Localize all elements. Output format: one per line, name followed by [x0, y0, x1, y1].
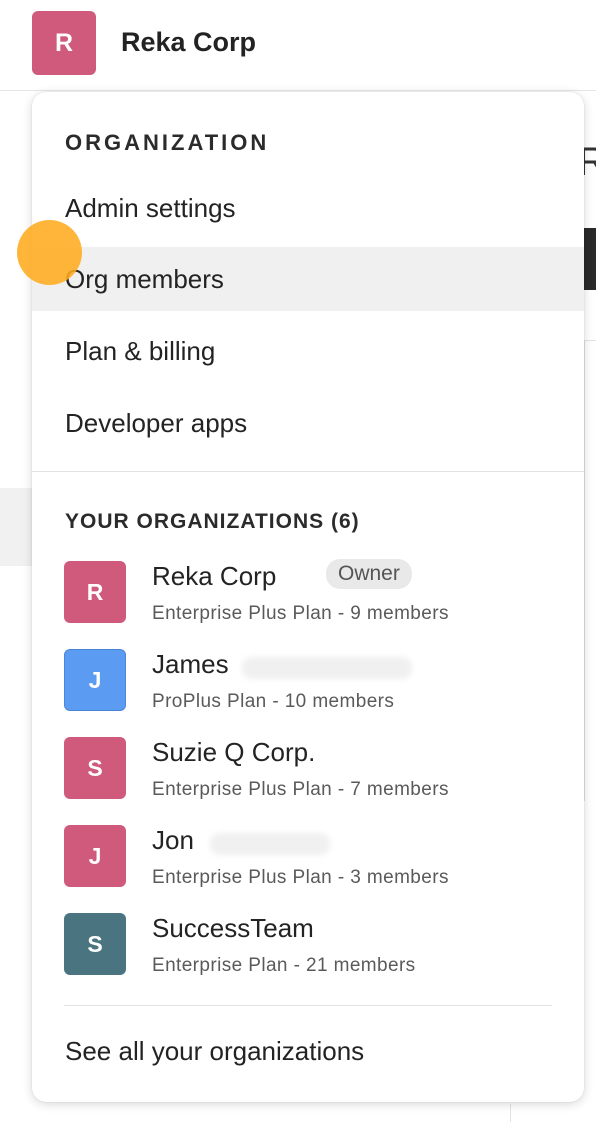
- owner-badge: Owner: [326, 559, 412, 589]
- background-button-fragment: [584, 228, 596, 290]
- org-name: Suzie Q Corp.: [152, 737, 316, 767]
- org-plan: Enterprise Plan - 21 members: [152, 955, 416, 976]
- org-plan: Enterprise Plus Plan - 9 members: [152, 603, 449, 624]
- org-avatar: J: [64, 825, 126, 887]
- menu-item-org-members[interactable]: Org members: [32, 247, 584, 311]
- org-list-item-reka-corp[interactable]: R Reka Corp Owner Enterprise Plus Plan -…: [64, 559, 564, 641]
- org-avatar: J: [64, 649, 126, 711]
- org-list-item-suzie-q-corp[interactable]: S Suzie Q Corp. Enterprise Plus Plan - 7…: [64, 737, 564, 817]
- redacted-text: [242, 657, 412, 679]
- org-dropdown-menu: ORGANIZATION Admin settings Org members …: [32, 92, 584, 1102]
- org-list-item-successteam[interactable]: S SuccessTeam Enterprise Plan - 21 membe…: [64, 913, 564, 993]
- page: R R Reka Corp ORGANIZATION Admin setting…: [0, 0, 596, 1122]
- organization-section-title: ORGANIZATION: [65, 130, 270, 155]
- org-list-item-james[interactable]: J James ProPlus Plan - 10 members: [64, 649, 564, 729]
- menu-item-developer-apps[interactable]: Developer apps: [32, 391, 584, 455]
- org-name: Reka Corp: [152, 561, 277, 591]
- org-plan: ProPlus Plan - 10 members: [152, 691, 395, 712]
- your-organizations-title: YOUR ORGANIZATIONS (6): [65, 510, 360, 533]
- menu-item-plan-billing[interactable]: Plan & billing: [32, 319, 584, 383]
- org-name: James: [152, 649, 229, 679]
- org-name: SuccessTeam: [152, 913, 314, 943]
- org-avatar[interactable]: R: [32, 11, 96, 75]
- menu-item-admin-settings[interactable]: Admin settings: [32, 176, 584, 240]
- org-plan: Enterprise Plus Plan - 7 members: [152, 779, 449, 800]
- background-divider-fragment: [510, 1104, 511, 1122]
- org-avatar: S: [64, 737, 126, 799]
- org-plan: Enterprise Plus Plan - 3 members: [152, 867, 449, 888]
- org-list-item-jon[interactable]: J Jon Enterprise Plus Plan - 3 members: [64, 825, 564, 905]
- background-panel-fragment: [0, 488, 34, 566]
- org-switcher-title[interactable]: Reka Corp: [121, 27, 256, 58]
- top-bar: R Reka Corp: [0, 0, 596, 91]
- org-avatar: S: [64, 913, 126, 975]
- org-name: Jon: [152, 825, 194, 855]
- touch-indicator: [17, 220, 82, 285]
- org-avatar: R: [64, 561, 126, 623]
- see-all-organizations-link[interactable]: See all your organizations: [65, 1036, 364, 1067]
- menu-divider: [32, 471, 584, 472]
- background-card-fragment: [584, 340, 596, 801]
- menu-divider: [64, 1005, 552, 1006]
- redacted-text: [210, 833, 330, 855]
